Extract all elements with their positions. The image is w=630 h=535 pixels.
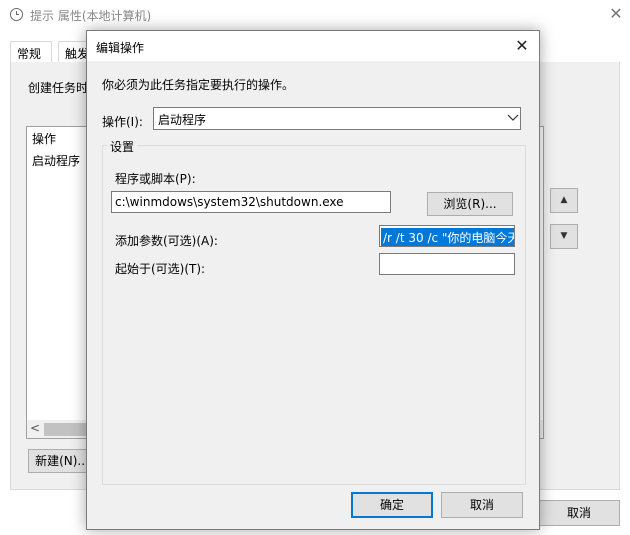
dialog-title: 编辑操作 [96,41,145,55]
clock-icon [10,8,23,21]
cancel-button[interactable]: 取消 [441,492,523,518]
move-down-button[interactable]: ▼ [550,224,578,249]
edit-action-dialog: 编辑操作 ✕ 你必须为此任务指定要执行的操作。 操作(I): 启动程序 设置 程… [86,30,540,530]
action-select-value: 启动程序 [158,113,207,127]
program-input-value: c:\winmdows\system32\shutdown.exe [115,195,344,209]
program-label: 程序或脚本(P): [115,172,196,186]
bg-cancel-button[interactable]: 取消 [538,500,620,526]
arguments-input[interactable]: /r /t 30 /c "你的电脑今天 [379,225,515,247]
browse-button[interactable]: 浏览(R)... [427,192,513,216]
arguments-label: 添加参数(可选)(A): [115,234,218,248]
start-in-input[interactable] [379,253,515,275]
bg-window-title: 提示 属性(本地计算机) [30,9,152,23]
action-select[interactable]: 启动程序 [153,107,521,130]
chevron-down-icon [507,114,519,121]
program-input[interactable]: c:\winmdows\system32\shutdown.exe [111,191,391,213]
ok-button[interactable]: 确定 [351,492,433,518]
bg-intro-text: 创建任务时 [28,81,89,95]
list-item[interactable]: 启动程序 [32,152,80,169]
tab-label: 常规 [17,47,42,61]
dialog-instruction: 你必须为此任务指定要执行的操作。 [102,78,295,92]
dialog-titlebar: 编辑操作 ✕ [87,31,539,61]
arguments-input-value: /r /t 30 /c "你的电脑今天 [381,228,514,246]
tab-general[interactable]: 常规 [10,41,52,62]
settings-legend: 设置 [107,138,138,155]
action-label: 操作(I): [102,115,143,129]
bg-titlebar: 提示 属性(本地计算机) ✕ [0,0,630,30]
move-up-button[interactable]: ▲ [550,188,578,213]
close-icon[interactable]: ✕ [511,35,533,57]
actions-column-header[interactable]: 操作 [32,130,56,147]
scroll-left-icon[interactable]: < [30,421,40,435]
bg-close-icon[interactable]: ✕ [606,4,626,24]
start-in-label: 起始于(可选)(T): [115,262,206,276]
